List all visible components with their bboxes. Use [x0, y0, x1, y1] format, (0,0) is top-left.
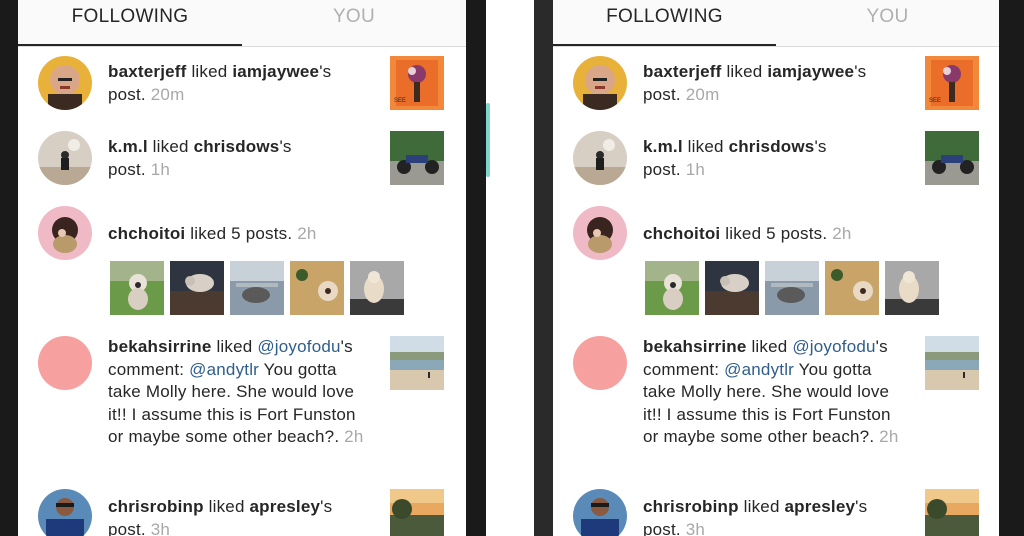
list-item[interactable]: chchoitoi liked 5 posts. 2h [18, 206, 466, 318]
timestamp: 2h [832, 224, 852, 243]
username[interactable]: bekahsirrine [108, 337, 212, 356]
username[interactable]: bekahsirrine [643, 337, 747, 356]
tab-underline [553, 44, 776, 46]
username[interactable]: chrisrobinp [643, 497, 739, 516]
avatar-kml[interactable] [573, 131, 627, 185]
timestamp: 3h [685, 519, 706, 536]
username[interactable]: chrisrobinp [108, 497, 204, 516]
thumb-dog-3[interactable] [765, 261, 819, 315]
list-item[interactable]: k.m.l liked chrisdows's post. 1h [18, 131, 466, 187]
activity-text: chrisrobinp liked apresley's post. 3h [643, 496, 867, 536]
tab-you[interactable]: YOU [242, 0, 466, 46]
target-user[interactable]: chrisdows [729, 137, 815, 156]
thumb-dog-5[interactable] [885, 261, 939, 315]
avatar-kml[interactable] [38, 131, 92, 185]
avatar-baxterjeff[interactable] [573, 56, 627, 110]
thumb-beach[interactable] [390, 336, 444, 390]
list-item[interactable]: chrisrobinp liked apresley's post. 3h [18, 489, 466, 536]
timestamp: 2h [344, 427, 364, 447]
thumb-dog-5[interactable] [350, 261, 404, 315]
activity-text: k.m.l liked chrisdows's post. 1h [643, 137, 827, 179]
tab-bar: FOLLOWING YOU [18, 0, 466, 47]
avatar-bekahsirrine[interactable] [573, 336, 627, 390]
list-item[interactable]: baxterjeff liked iamjaywee's post. 20m S… [553, 56, 999, 112]
mention-link[interactable]: @andytlr [189, 360, 259, 379]
left-phone-bezel-right [466, 0, 486, 536]
phone-right: FOLLOWING YOU baxterjeff liked iamjaywee… [534, 0, 1024, 536]
timestamp: 20m [150, 84, 185, 104]
username[interactable]: chchoitoi [108, 224, 185, 243]
activity-text: baxterjeff liked iamjaywee's post. 20m [643, 62, 867, 104]
activity-text: bekahsirrine liked @joyofodu's comment: … [108, 337, 364, 447]
list-item[interactable]: bekahsirrine liked @joyofodu's comment: … [553, 336, 999, 456]
username[interactable]: chchoitoi [643, 224, 720, 243]
avatar-chrisrobinp[interactable] [38, 489, 92, 536]
target-user[interactable]: apresley [785, 497, 856, 516]
thumb-motorcycle[interactable] [390, 131, 444, 185]
timestamp: 2h [879, 427, 899, 447]
list-item[interactable]: chrisrobinp liked apresley's post. 3h [553, 489, 999, 536]
target-user[interactable]: chrisdows [194, 137, 280, 156]
activity-text: baxterjeff liked iamjaywee's post. 20m [108, 62, 332, 104]
tab-underline [18, 44, 242, 46]
right-phone-bezel-right [999, 0, 1024, 536]
timestamp: 2h [297, 224, 317, 243]
list-item[interactable]: bekahsirrine liked @joyofodu's comment: … [18, 336, 466, 456]
right-phone-bezel-left [534, 0, 553, 536]
phone-left: FOLLOWING YOU baxterjeff liked iamjaywee… [0, 0, 490, 536]
thumb-flowers[interactable]: SEE [390, 56, 444, 110]
list-item[interactable]: chchoitoi liked 5 posts. 2h [553, 206, 999, 318]
thumb-dog-4[interactable] [290, 261, 344, 315]
thumb-dog-2[interactable] [705, 261, 759, 315]
activity-text: k.m.l liked chrisdows's post. 1h [108, 137, 292, 179]
thumb-dog-1[interactable] [645, 261, 699, 315]
avatar-chchoitoi[interactable] [38, 206, 92, 260]
thumb-dog-4[interactable] [825, 261, 879, 315]
thumb-flowers[interactable]: SEE [925, 56, 979, 110]
target-user[interactable]: apresley [250, 497, 321, 516]
username[interactable]: k.m.l [108, 137, 148, 156]
thumb-sunset[interactable] [390, 489, 444, 536]
thumb-beach[interactable] [925, 336, 979, 390]
activity-text: bekahsirrine liked @joyofodu's comment: … [643, 337, 899, 447]
thumb-dog-1[interactable] [110, 261, 164, 315]
tab-bar: FOLLOWING YOU [553, 0, 999, 47]
svg-text:SEE: SEE [929, 98, 941, 104]
username[interactable]: baxterjeff [643, 62, 722, 81]
username[interactable]: k.m.l [643, 137, 683, 156]
avatar-chrisrobinp[interactable] [573, 489, 627, 536]
side-button-accent [486, 103, 490, 177]
thumb-dog-3[interactable] [230, 261, 284, 315]
activity-text: chrisrobinp liked apresley's post. 3h [108, 496, 332, 536]
avatar-baxterjeff[interactable] [38, 56, 92, 110]
thumb-dog-2[interactable] [170, 261, 224, 315]
left-screen: FOLLOWING YOU baxterjeff liked iamjaywee… [18, 0, 466, 536]
list-item[interactable]: baxterjeff liked iamjaywee's post. 20m S… [18, 56, 466, 112]
svg-text:SEE: SEE [394, 98, 406, 104]
thumbnail-grid [645, 261, 945, 315]
tab-you[interactable]: YOU [776, 0, 999, 46]
activity-text: chchoitoi liked 5 posts. 2h [108, 224, 317, 243]
username[interactable]: baxterjeff [108, 62, 187, 81]
thumbnail-grid [110, 261, 410, 315]
timestamp: 1h [685, 159, 706, 179]
target-user[interactable]: iamjaywee [767, 62, 854, 81]
thumb-motorcycle[interactable] [925, 131, 979, 185]
timestamp: 3h [150, 519, 171, 536]
mention-link[interactable]: @joyofodu [257, 337, 340, 356]
right-screen: FOLLOWING YOU baxterjeff liked iamjaywee… [553, 0, 999, 536]
timestamp: 20m [685, 84, 720, 104]
thumb-sunset[interactable] [925, 489, 979, 536]
activity-text: chchoitoi liked 5 posts. 2h [643, 224, 852, 243]
avatar-bekahsirrine[interactable] [38, 336, 92, 390]
target-user[interactable]: iamjaywee [232, 62, 319, 81]
timestamp: 1h [150, 159, 171, 179]
tab-following[interactable]: FOLLOWING [553, 0, 776, 46]
left-phone-bezel-left [0, 0, 18, 536]
mention-link[interactable]: @joyofodu [792, 337, 875, 356]
mention-link[interactable]: @andytlr [724, 360, 794, 379]
avatar-chchoitoi[interactable] [573, 206, 627, 260]
tab-following[interactable]: FOLLOWING [18, 0, 242, 46]
list-item[interactable]: k.m.l liked chrisdows's post. 1h [553, 131, 999, 187]
